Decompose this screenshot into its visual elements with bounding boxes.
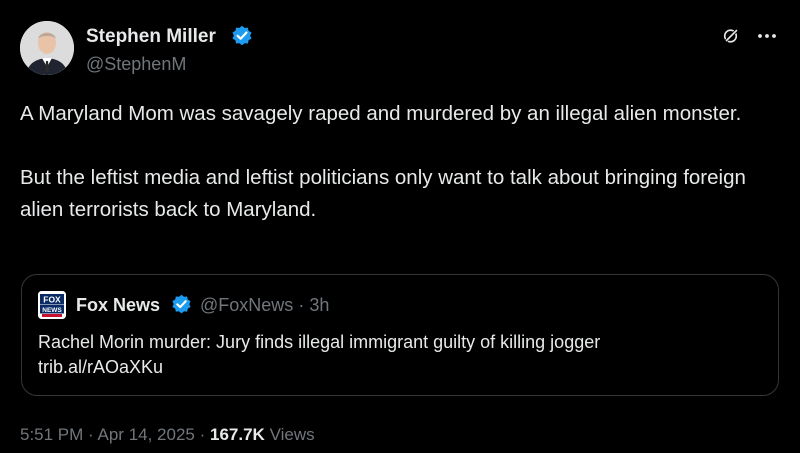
quote-headline: Rachel Morin murder: Jury finds illegal … — [38, 332, 601, 352]
verified-badge-icon — [172, 294, 191, 314]
svg-text:NEWS: NEWS — [42, 307, 62, 314]
quoted-tweet-card[interactable]: FOX NEWS Fox News @FoxNews · 3h Rachel M… — [21, 274, 779, 396]
quote-text: Rachel Morin murder: Jury finds illegal … — [38, 330, 758, 380]
author-name[interactable]: Stephen Miller — [86, 25, 216, 49]
tweet-paragraph: But the leftist media and leftist politi… — [20, 166, 746, 221]
tweet: Stephen Miller @StephenM A Maryland Mom … — [0, 0, 800, 453]
views-label: Views — [269, 425, 315, 444]
tweet-meta: 5:51 PM · Apr 14, 2025 · 167.7K Views — [20, 424, 315, 446]
tweet-paragraph: A Maryland Mom was savagely raped and mu… — [20, 102, 742, 125]
quote-author-name[interactable]: Fox News — [76, 294, 160, 316]
views-count: 167.7K — [210, 425, 265, 444]
tweet-date[interactable]: Apr 14, 2025 — [98, 425, 195, 444]
fox-news-logo: FOX NEWS — [38, 291, 66, 319]
separator: · — [298, 295, 305, 315]
quote-handle: @FoxNews — [200, 295, 294, 315]
quote-link[interactable]: trib.al/rAOaXKu — [38, 355, 758, 380]
quote-handle-time[interactable]: @FoxNews · 3h — [200, 294, 329, 316]
author-handle[interactable]: @StephenM — [86, 53, 186, 75]
more-options-icon[interactable] — [756, 26, 778, 46]
verified-badge-icon — [232, 25, 252, 46]
separator: · — [88, 425, 94, 444]
avatar-image — [20, 21, 74, 75]
author-avatar[interactable] — [20, 21, 74, 75]
quote-time: 3h — [309, 295, 330, 315]
tweet-time[interactable]: 5:51 PM — [20, 425, 83, 444]
tweet-text: A Maryland Mom was savagely raped and mu… — [20, 98, 780, 226]
grok-icon[interactable] — [722, 27, 740, 45]
separator: · — [199, 425, 206, 444]
svg-text:FOX: FOX — [43, 295, 61, 305]
